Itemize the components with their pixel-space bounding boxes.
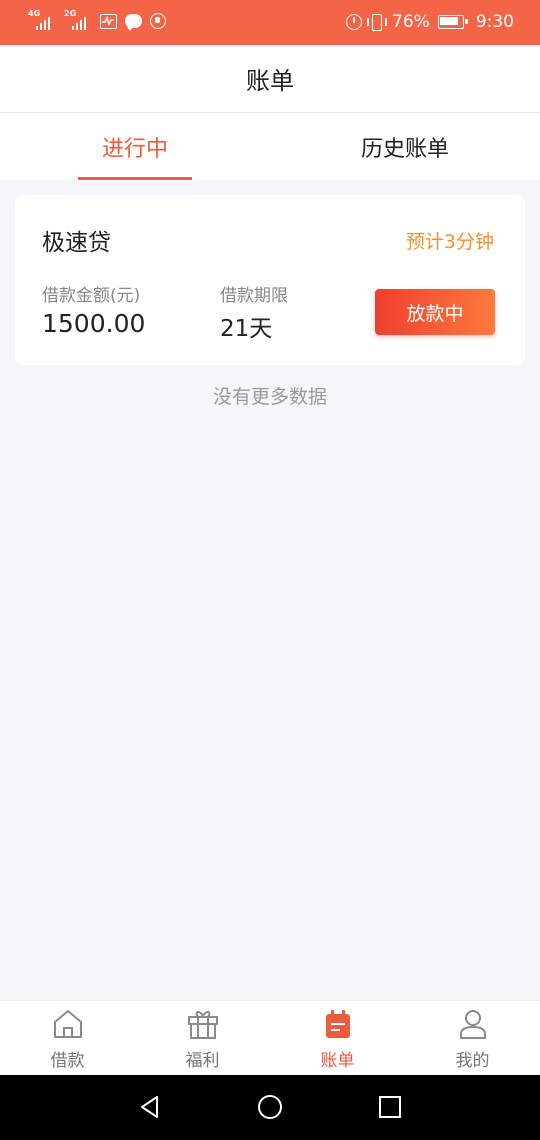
- home-circle-icon[interactable]: [255, 1092, 285, 1122]
- page-title: 账单: [246, 67, 294, 95]
- loan-amount-value: 1500.00: [42, 309, 146, 338]
- nav-item-mine[interactable]: 我的: [405, 1001, 540, 1076]
- bill-icon: [325, 1010, 350, 1038]
- nav-item-welfare[interactable]: 福利: [135, 1001, 270, 1076]
- tab-in-progress[interactable]: 进行中: [78, 113, 192, 180]
- alarm-icon: [346, 14, 363, 30]
- loan-card[interactable]: 极速贷 预计3分钟 借款金额(元) 1500.00 借款期限 21天 放款中: [15, 195, 525, 365]
- system-navigation-bar: [0, 1075, 540, 1140]
- gift-icon: [187, 1011, 218, 1039]
- app-header: 账单: [0, 45, 540, 113]
- back-icon[interactable]: [135, 1092, 165, 1122]
- estimated-time: 预计3分钟: [405, 231, 494, 253]
- recent-apps-icon[interactable]: [375, 1092, 405, 1122]
- tab-label: 历史账单: [360, 136, 449, 162]
- message-notification-icon: [125, 14, 142, 31]
- no-more-data-text: 没有更多数据: [212, 386, 327, 408]
- nav-label: 借款: [50, 1051, 85, 1071]
- clock: 9:30: [475, 12, 514, 32]
- product-name: 极速贷: [42, 230, 111, 256]
- activity-notification-icon: [100, 13, 117, 29]
- status-notifications: 4G 2G: [28, 10, 166, 32]
- nav-label: 账单: [320, 1051, 355, 1071]
- active-tab-indicator: [78, 177, 192, 180]
- tab-label: 进行中: [101, 136, 168, 162]
- home-icon: [53, 1010, 82, 1038]
- vibrate-icon: [367, 13, 388, 31]
- nav-label: 我的: [455, 1051, 490, 1071]
- battery-percent: 76%: [392, 12, 430, 32]
- loan-term-label: 借款期限: [220, 286, 288, 306]
- user-icon: [459, 1010, 486, 1039]
- battery-icon: [437, 15, 468, 29]
- nav-item-borrow[interactable]: 借款: [0, 1001, 135, 1076]
- tab-history-bills[interactable]: 历史账单: [320, 113, 490, 180]
- bottom-navigation: 借款 福利 账单 我的: [0, 1000, 540, 1075]
- status-system: 76% 9:30: [346, 10, 514, 34]
- bill-tabs: 进行中 历史账单: [0, 113, 540, 180]
- app-notification-icon: [150, 13, 166, 29]
- disbursing-status-button[interactable]: 放款中: [375, 289, 495, 335]
- nav-label: 福利: [185, 1051, 220, 1071]
- cellular-signal-icon: 4G: [28, 10, 56, 32]
- nav-item-bills[interactable]: 账单: [270, 1001, 405, 1076]
- loan-amount-label: 借款金额(元): [42, 286, 141, 306]
- cellular-signal-icon: 2G: [64, 10, 92, 32]
- status-bar: 4G 2G 76% 9:30: [0, 0, 540, 45]
- loan-term-value: 21天: [220, 316, 273, 342]
